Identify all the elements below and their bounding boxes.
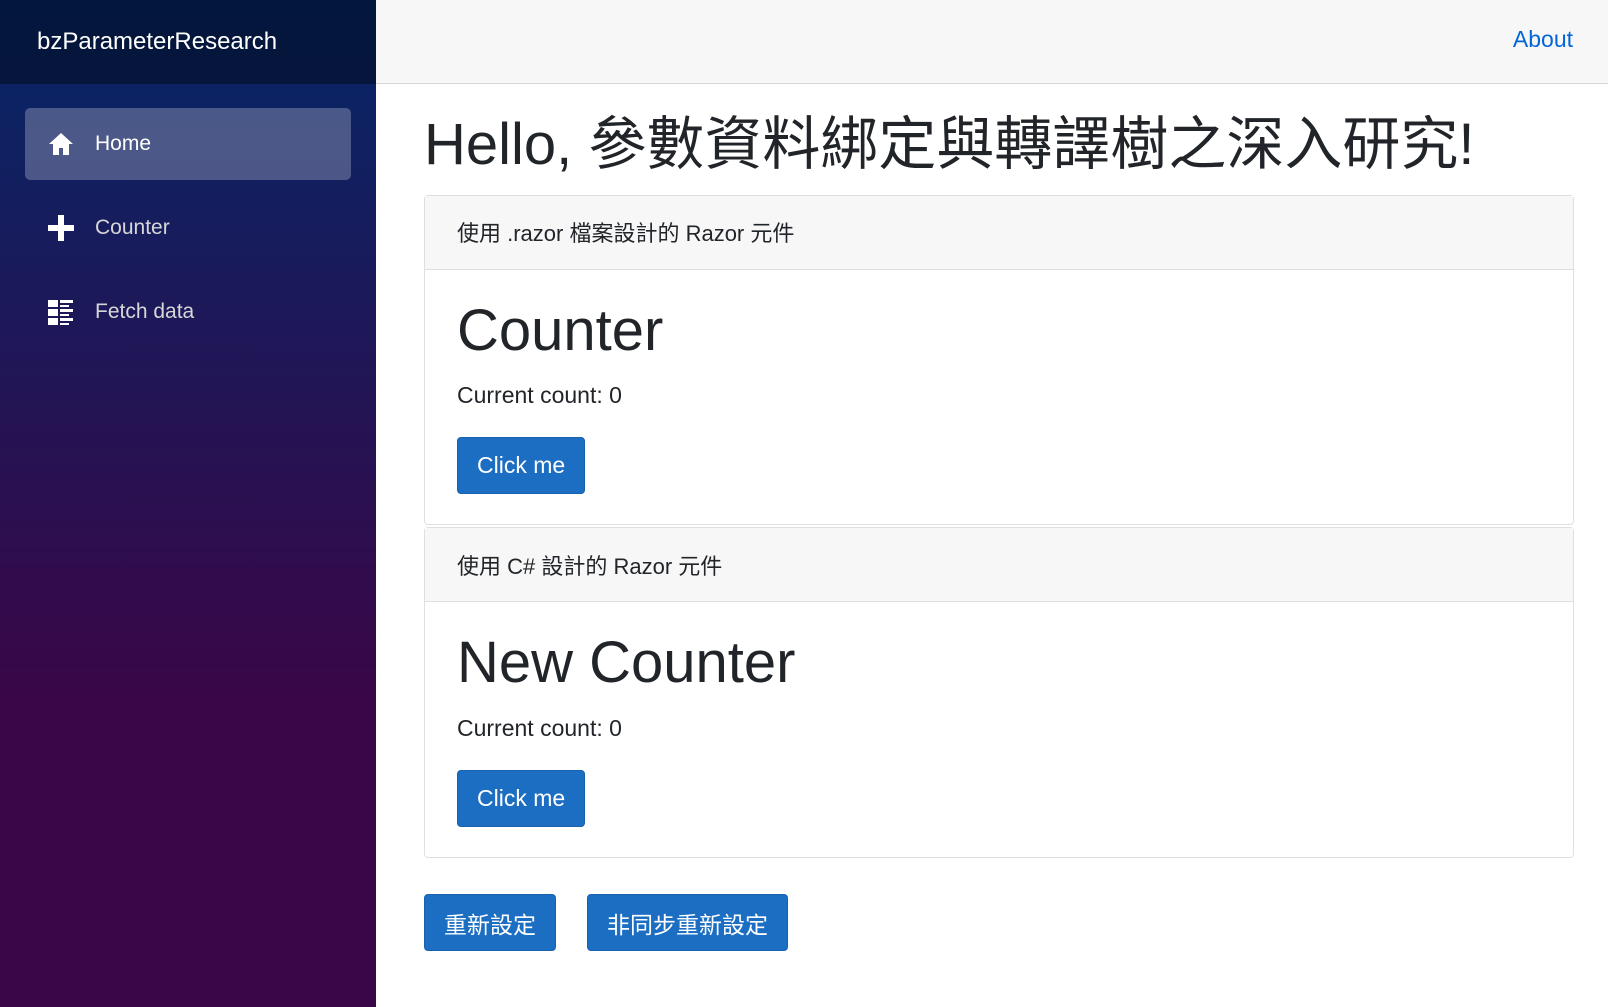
counter-title: Counter	[457, 297, 664, 363]
top-row: About	[376, 0, 1608, 84]
card-body: Counter Current count: 0 Click me	[425, 270, 1573, 525]
new-counter-title: New Counter	[457, 630, 796, 696]
sidebar-item-counter[interactable]: Counter	[25, 192, 351, 264]
sidebar-item-label: Fetch data	[95, 300, 195, 323]
home-icon	[47, 130, 75, 158]
list-icon	[47, 298, 75, 326]
razor-counter-card: 使用 .razor 檔案設計的 Razor 元件 Counter Current…	[424, 194, 1574, 526]
brand-bar: bzParameterResearch	[0, 0, 376, 84]
reset-button[interactable]: 重新設定	[424, 894, 556, 952]
brand-link[interactable]: bzParameterResearch	[37, 28, 277, 56]
sidebar-item-home[interactable]: Home	[25, 108, 351, 180]
async-reset-button[interactable]: 非同步重新設定	[587, 894, 788, 952]
sidebar-item-label: Counter	[95, 216, 170, 239]
card-header: 使用 .razor 檔案設計的 Razor 元件	[425, 195, 1573, 270]
sidebar-item-label: Home	[95, 132, 152, 155]
csharp-counter-card: 使用 C# 設計的 Razor 元件 New Counter Current c…	[424, 527, 1574, 859]
sidebar: bzParameterResearch Home Counter Fetch d…	[0, 0, 376, 1007]
click-me-button[interactable]: Click me	[457, 770, 586, 828]
reset-buttons: 重新設定 非同步重新設定	[424, 894, 1574, 952]
click-me-button[interactable]: Click me	[457, 437, 586, 495]
plus-icon	[47, 214, 75, 242]
nav-menu: Home Counter Fetch data	[0, 84, 376, 348]
current-count: Current count: 0	[457, 715, 622, 742]
card-body: New Counter Current count: 0 Click me	[425, 602, 1573, 857]
about-link[interactable]: About	[1513, 26, 1573, 53]
card-header: 使用 C# 設計的 Razor 元件	[425, 528, 1573, 603]
main-content: Hello, 參數資料綁定與轉譯樹之深入研究! 使用 .razor 檔案設計的 …	[424, 84, 1574, 952]
page-title: Hello, 參數資料綁定與轉譯樹之深入研究!	[424, 112, 1475, 177]
current-count: Current count: 0	[457, 382, 622, 409]
sidebar-item-fetch-data[interactable]: Fetch data	[25, 276, 351, 348]
